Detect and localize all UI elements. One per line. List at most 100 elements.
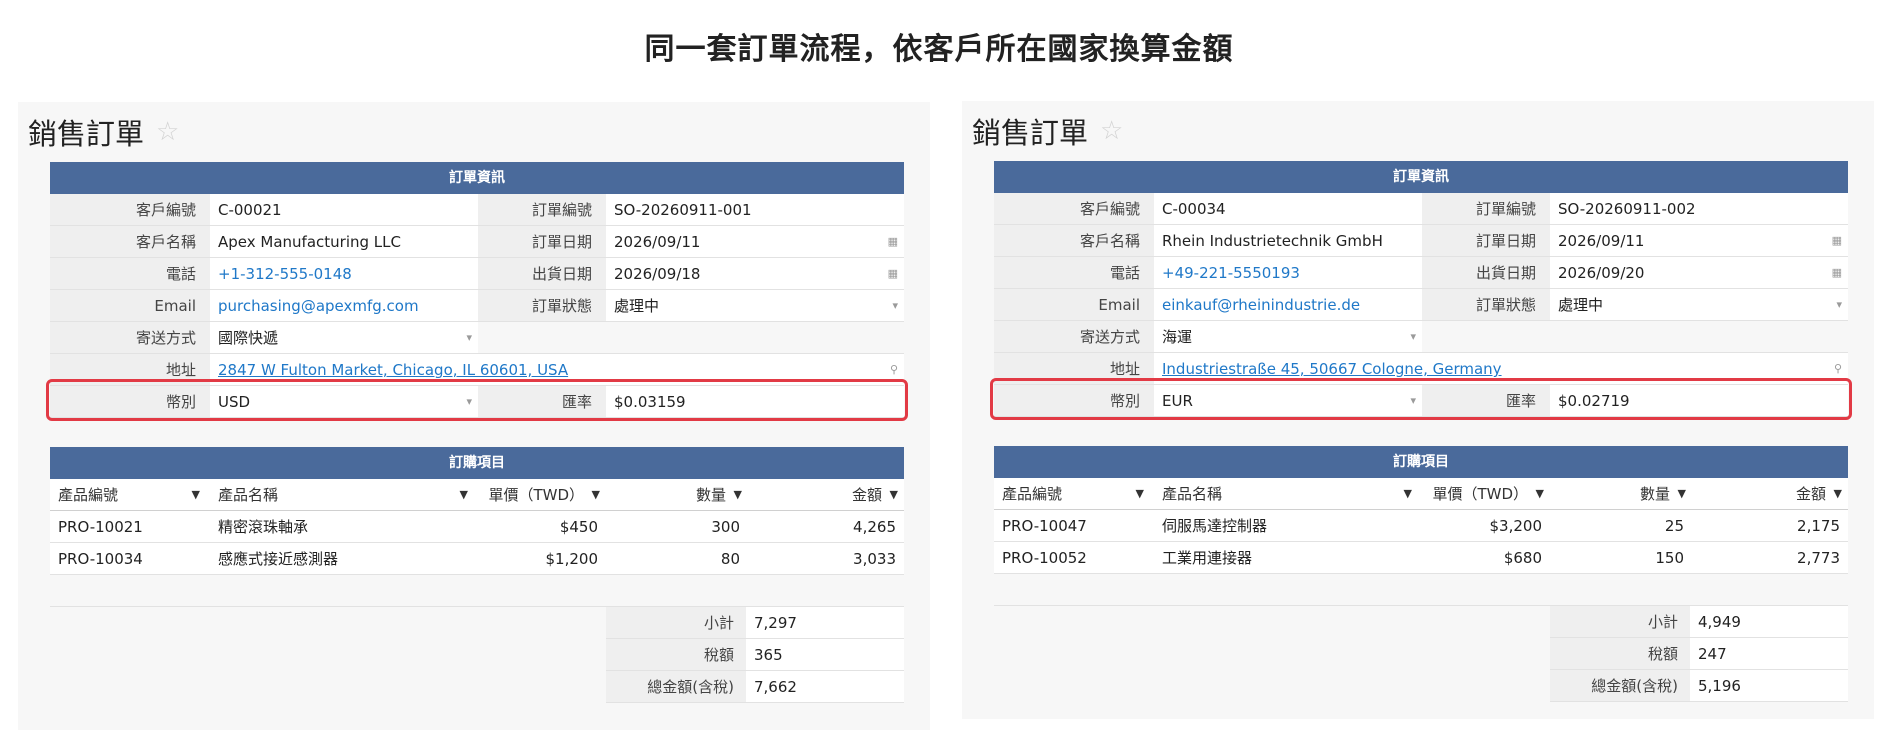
table-row[interactable]: PRO-10021 精密滾珠軸承 $450 300 4,265 xyxy=(50,511,904,543)
item-price: $680 xyxy=(1503,549,1542,567)
grand-total-value: 7,662 xyxy=(746,671,904,702)
item-price: $450 xyxy=(559,518,598,536)
column-header-amount[interactable]: 金額 ▼ xyxy=(748,479,904,510)
address-value: 2847 W Fulton Market, Chicago, IL 60601,… xyxy=(218,361,569,379)
panel-heading: 銷售訂單 xyxy=(28,117,145,151)
order-date-field[interactable]: 2026/09/11 ▦ xyxy=(606,226,904,257)
calendar-icon[interactable]: ▦ xyxy=(888,258,898,289)
column-header-price[interactable]: 單價（TWD） ▼ xyxy=(1422,478,1550,509)
item-price: $3,200 xyxy=(1489,517,1543,535)
column-header-qty[interactable]: 數量 ▼ xyxy=(1550,478,1692,509)
grand-total-label: 總金額(含稅) xyxy=(1550,670,1690,701)
item-code: PRO-10034 xyxy=(58,550,143,568)
customer-name-field[interactable]: Apex Manufacturing LLC xyxy=(210,226,478,257)
customer-name-label: 客戶名稱 xyxy=(50,226,210,257)
sort-caret-icon: ▼ xyxy=(889,488,898,501)
star-icon[interactable]: ☆ xyxy=(1100,118,1126,144)
status-value: 處理中 xyxy=(1558,296,1604,314)
status-label: 訂單狀態 xyxy=(1422,289,1550,320)
page-title: 同一套訂單流程，依客戶所在國家換算金額 xyxy=(644,32,1234,67)
shipping-label: 寄送方式 xyxy=(50,322,210,353)
item-amount: 3,033 xyxy=(853,550,896,568)
sort-caret-icon: ▼ xyxy=(1403,487,1412,500)
column-code-label: 產品編號 xyxy=(1002,485,1063,503)
column-amount-label: 金額 xyxy=(851,486,882,504)
column-header-price[interactable]: 單價（TWD） ▼ xyxy=(478,479,606,510)
totals-row: 稅額 247 xyxy=(1550,638,1848,670)
empty-cell xyxy=(1422,321,1848,352)
table-row[interactable]: PRO-10047 伺服馬達控制器 $3,200 25 2,175 xyxy=(994,510,1848,542)
order-no-label: 訂單編號 xyxy=(1422,193,1550,224)
dropdown-caret-icon: ▾ xyxy=(466,331,472,344)
ship-date-field[interactable]: 2026/09/18 ▦ xyxy=(606,258,904,289)
panel-header: 銷售訂單 ☆ xyxy=(972,111,1126,151)
column-header-name[interactable]: 產品名稱 ▼ xyxy=(1154,478,1422,509)
customer-name-field[interactable]: Rhein Industrietechnik GmbH xyxy=(1154,225,1422,256)
phone-link[interactable]: +1-312-555-0148 xyxy=(210,258,478,289)
info-row: 寄送方式 國際快遞 ▾ xyxy=(50,322,904,354)
totals-row: 總金額(含稅) 7,662 xyxy=(606,671,904,703)
tax-value: 247 xyxy=(1690,638,1848,669)
item-qty: 150 xyxy=(1655,549,1684,567)
column-header-qty[interactable]: 數量 ▼ xyxy=(606,479,748,510)
panel-heading: 銷售訂單 xyxy=(972,116,1089,150)
calendar-icon[interactable]: ▦ xyxy=(888,226,898,257)
table-row[interactable]: PRO-10052 工業用連接器 $680 150 2,773 xyxy=(994,542,1848,574)
item-name: 精密滾珠軸承 xyxy=(218,518,309,536)
totals-row: 小計 4,949 xyxy=(1550,606,1848,638)
empty-row xyxy=(994,574,1848,606)
dropdown-caret-icon: ▾ xyxy=(892,299,898,312)
email-link[interactable]: einkauf@rheinindustrie.de xyxy=(1154,289,1422,320)
star-icon[interactable]: ☆ xyxy=(156,119,182,145)
column-amount-label: 金額 xyxy=(1795,485,1826,503)
subtotal-value: 4,949 xyxy=(1690,606,1848,637)
info-row: 寄送方式 海運 ▾ xyxy=(994,321,1848,353)
column-header-name[interactable]: 產品名稱 ▼ xyxy=(210,479,478,510)
column-price-label: 單價（TWD） xyxy=(488,486,584,504)
info-row: Email einkauf@rheinindustrie.de 訂單狀態 處理中… xyxy=(994,289,1848,321)
totals-row: 小計 7,297 xyxy=(606,607,904,639)
empty-cell xyxy=(478,322,904,353)
order-no-field[interactable]: SO-20260911-002 xyxy=(1550,193,1848,224)
order-date-field[interactable]: 2026/09/11 ▦ xyxy=(1550,225,1848,256)
table-row[interactable]: PRO-10034 感應式接近感測器 $1,200 80 3,033 xyxy=(50,543,904,575)
address-value: Industriestraße 45, 50667 Cologne, Germa… xyxy=(1162,360,1502,378)
shipping-select[interactable]: 國際快遞 ▾ xyxy=(210,322,478,353)
dropdown-caret-icon: ▾ xyxy=(1410,330,1416,343)
calendar-icon[interactable]: ▦ xyxy=(1832,257,1842,288)
currency-highlight-box xyxy=(990,378,1852,420)
calendar-icon[interactable]: ▦ xyxy=(1832,225,1842,256)
order-info-header: 訂單資訊 xyxy=(994,161,1848,193)
status-select[interactable]: 處理中 ▾ xyxy=(1550,289,1848,320)
phone-label: 電話 xyxy=(994,257,1154,288)
order-date-label: 訂單日期 xyxy=(478,226,606,257)
order-no-field[interactable]: SO-20260911-001 xyxy=(606,194,904,225)
info-row: 客戶編號 C-00021 訂單編號 SO-20260911-001 xyxy=(50,194,904,226)
phone-link[interactable]: +49-221-5550193 xyxy=(1154,257,1422,288)
totals-table: 小計 7,297 稅額 365 總金額(含稅) 7,662 xyxy=(606,607,904,703)
sales-order-panel-usd: 銷售訂單 ☆ 訂單資訊 客戶編號 C-00021 訂單編號 SO-2026091… xyxy=(18,102,930,730)
order-info-header: 訂單資訊 xyxy=(50,162,904,194)
customer-id-field[interactable]: C-00021 xyxy=(210,194,478,225)
info-row: 電話 +49-221-5550193 出貨日期 2026/09/20 ▦ xyxy=(994,257,1848,289)
column-header-amount[interactable]: 金額 ▼ xyxy=(1692,478,1848,509)
shipping-value: 海運 xyxy=(1162,328,1193,346)
status-select[interactable]: 處理中 ▾ xyxy=(606,290,904,321)
shipping-select[interactable]: 海運 ▾ xyxy=(1154,321,1422,352)
customer-id-label: 客戶編號 xyxy=(994,193,1154,224)
column-header-code[interactable]: 產品編號 ▼ xyxy=(994,478,1154,509)
status-label: 訂單狀態 xyxy=(478,290,606,321)
email-link[interactable]: purchasing@apexmfg.com xyxy=(210,290,478,321)
sort-caret-icon: ▼ xyxy=(1135,487,1144,500)
tax-value: 365 xyxy=(746,639,904,670)
column-header-code[interactable]: 產品編號 ▼ xyxy=(50,479,210,510)
ship-date-field[interactable]: 2026/09/20 ▦ xyxy=(1550,257,1848,288)
item-code: PRO-10052 xyxy=(1002,549,1087,567)
info-row: 客戶名稱 Rhein Industrietechnik GmbH 訂單日期 20… xyxy=(994,225,1848,257)
items-table-header: 產品編號 ▼ 產品名稱 ▼ 單價（TWD） ▼ 數量 ▼ 金額 ▼ xyxy=(50,479,904,511)
sort-caret-icon: ▼ xyxy=(1535,487,1544,500)
subtotal-label: 小計 xyxy=(606,607,746,638)
sort-caret-icon: ▼ xyxy=(459,488,468,501)
customer-id-field[interactable]: C-00034 xyxy=(1154,193,1422,224)
dropdown-caret-icon: ▾ xyxy=(1836,298,1842,311)
